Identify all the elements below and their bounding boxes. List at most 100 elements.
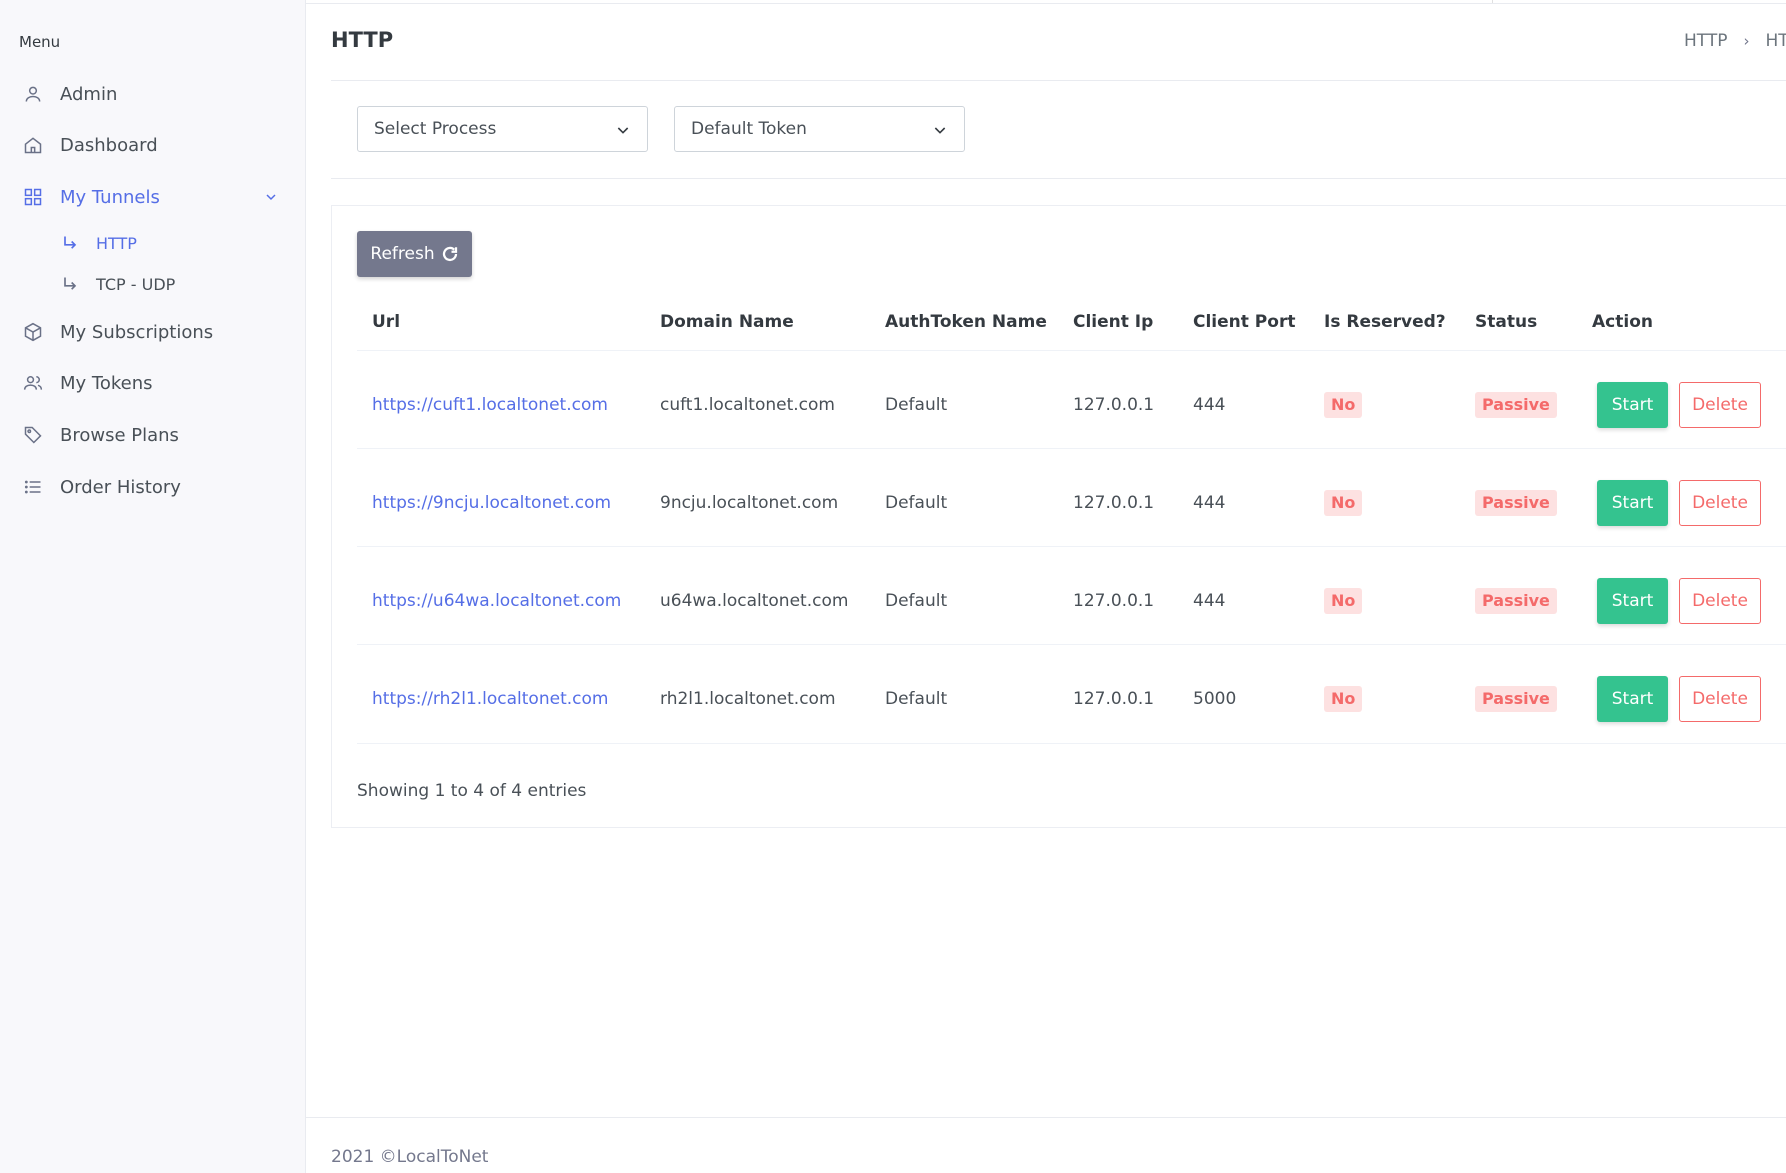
footer-divider bbox=[306, 1117, 1786, 1118]
column-header-action: Action bbox=[1592, 312, 1653, 332]
status-badge: Passive bbox=[1475, 588, 1557, 614]
authtoken-cell: Default bbox=[885, 493, 948, 513]
sidebar-item-admin[interactable]: Admin bbox=[0, 74, 306, 114]
sidebar-item-label: My Tunnels bbox=[60, 186, 160, 208]
reserved-badge: No bbox=[1324, 686, 1363, 712]
client-ip-cell: 127.0.0.1 bbox=[1073, 689, 1155, 709]
reserved-badge: No bbox=[1324, 588, 1363, 614]
client-port-cell: 444 bbox=[1193, 591, 1226, 611]
status-badge: Passive bbox=[1475, 686, 1557, 712]
refresh-button-label: Refresh bbox=[370, 244, 435, 264]
domain-cell: rh2l1.localtonet.com bbox=[660, 689, 836, 709]
menu-title: Menu bbox=[19, 33, 61, 51]
tag-icon bbox=[24, 426, 42, 444]
sidebar-item-dashboard[interactable]: Dashboard bbox=[0, 125, 306, 165]
sidebar-subitem-http[interactable]: HTTP bbox=[0, 227, 306, 261]
tunnels-card bbox=[331, 205, 1786, 828]
client-port-cell: 444 bbox=[1193, 493, 1226, 513]
start-button[interactable]: Start bbox=[1597, 676, 1668, 722]
sidebar-item-label: Admin bbox=[60, 83, 118, 105]
domain-cell: 9ncju.localtonet.com bbox=[660, 493, 839, 513]
url-link[interactable]: https://u64wa.localtonet.com bbox=[372, 591, 621, 611]
users-icon bbox=[23, 376, 43, 390]
column-header-status: Status bbox=[1475, 312, 1538, 332]
start-button[interactable]: Start bbox=[1597, 578, 1668, 624]
sidebar-item-label: My Subscriptions bbox=[60, 321, 214, 343]
domain-cell: cuft1.localtonet.com bbox=[660, 395, 835, 415]
sidebar-item-my-tokens[interactable]: My Tokens bbox=[0, 363, 306, 403]
client-ip-cell: 127.0.0.1 bbox=[1073, 493, 1155, 513]
grid-icon bbox=[24, 188, 42, 206]
url-link[interactable]: https://9ncju.localtonet.com bbox=[372, 493, 611, 513]
user-icon bbox=[25, 86, 41, 102]
divider bbox=[331, 178, 1786, 179]
sidebar-subitem-label: TCP - UDP bbox=[96, 275, 176, 294]
reserved-badge: No bbox=[1324, 392, 1363, 418]
column-header-client-ip: Client Ip bbox=[1073, 312, 1154, 332]
token-select-value: Default Token bbox=[691, 119, 807, 139]
sidebar-item-label: Order History bbox=[60, 476, 181, 498]
refresh-icon bbox=[442, 246, 457, 262]
status-badge: Passive bbox=[1475, 490, 1557, 516]
row-divider bbox=[357, 546, 1786, 547]
row-divider bbox=[357, 448, 1786, 449]
list-icon bbox=[24, 480, 41, 494]
column-header-domain: Domain Name bbox=[660, 312, 794, 332]
url-link[interactable]: https://cuft1.localtonet.com bbox=[372, 395, 608, 415]
column-header-url: Url bbox=[372, 312, 401, 332]
sidebar-item-my-tunnels[interactable]: My Tunnels bbox=[0, 177, 306, 217]
process-select-value: Select Process bbox=[374, 119, 497, 139]
sidebar-subitem-tcp-udp[interactable]: TCP - UDP bbox=[0, 268, 306, 302]
domain-cell: u64wa.localtonet.com bbox=[660, 591, 849, 611]
delete-button[interactable]: Delete bbox=[1679, 382, 1761, 428]
topbar-divider bbox=[1492, 0, 1493, 3]
client-port-cell: 444 bbox=[1193, 395, 1226, 415]
client-port-cell: 5000 bbox=[1193, 689, 1237, 709]
table-header-divider bbox=[357, 350, 1786, 351]
breadcrumb-separator-icon: › bbox=[1743, 32, 1750, 50]
reserved-badge: No bbox=[1324, 490, 1363, 516]
footer-copyright: 2021 ©LocalToNet bbox=[331, 1147, 489, 1167]
token-select[interactable]: Default Token bbox=[674, 106, 965, 152]
topbar-edge bbox=[306, 0, 1786, 4]
table-info: Showing 1 to 4 of 4 entries bbox=[357, 781, 587, 801]
turn-right-arrow-icon bbox=[64, 236, 77, 249]
process-select[interactable]: Select Process bbox=[357, 106, 648, 152]
authtoken-cell: Default bbox=[885, 591, 948, 611]
delete-button[interactable]: Delete bbox=[1679, 480, 1761, 526]
column-header-authtoken: AuthToken Name bbox=[885, 312, 1047, 332]
client-ip-cell: 127.0.0.1 bbox=[1073, 591, 1155, 611]
delete-button[interactable]: Delete bbox=[1679, 578, 1761, 624]
chevron-down-icon bbox=[266, 194, 276, 201]
sidebar-item-label: My Tokens bbox=[60, 372, 153, 394]
authtoken-cell: Default bbox=[885, 395, 948, 415]
box-icon bbox=[24, 322, 42, 342]
row-divider bbox=[357, 743, 1786, 744]
status-badge: Passive bbox=[1475, 392, 1557, 418]
column-header-reserved: Is Reserved? bbox=[1324, 312, 1446, 332]
start-button[interactable]: Start bbox=[1597, 480, 1668, 526]
chevron-down-icon bbox=[617, 127, 629, 134]
turn-right-arrow-icon bbox=[64, 277, 77, 290]
refresh-button[interactable]: Refresh bbox=[357, 231, 472, 277]
row-divider bbox=[357, 644, 1786, 645]
start-button[interactable]: Start bbox=[1597, 382, 1668, 428]
client-ip-cell: 127.0.0.1 bbox=[1073, 395, 1155, 415]
divider bbox=[331, 80, 1786, 81]
sidebar-item-browse-plans[interactable]: Browse Plans bbox=[0, 415, 306, 455]
sidebar-item-my-subscriptions[interactable]: My Subscriptions bbox=[0, 312, 306, 352]
sidebar-item-order-history[interactable]: Order History bbox=[0, 467, 306, 507]
page-title: HTTP bbox=[331, 28, 394, 52]
delete-button[interactable]: Delete bbox=[1679, 676, 1761, 722]
home-icon bbox=[24, 137, 42, 154]
column-header-client-port: Client Port bbox=[1193, 312, 1296, 332]
sidebar-item-label: Browse Plans bbox=[60, 424, 179, 446]
url-link[interactable]: https://rh2l1.localtonet.com bbox=[372, 689, 608, 709]
sidebar-subitem-label: HTTP bbox=[96, 234, 137, 253]
chevron-down-icon bbox=[934, 127, 946, 134]
sidebar-item-label: Dashboard bbox=[60, 134, 158, 156]
authtoken-cell: Default bbox=[885, 689, 948, 709]
sidebar: Menu Admin Dashboard My Tunnels HTTP TCP… bbox=[0, 0, 306, 1173]
breadcrumb-item-current: HT bbox=[1765, 31, 1786, 51]
breadcrumb-item[interactable]: HTTP bbox=[1684, 31, 1728, 51]
